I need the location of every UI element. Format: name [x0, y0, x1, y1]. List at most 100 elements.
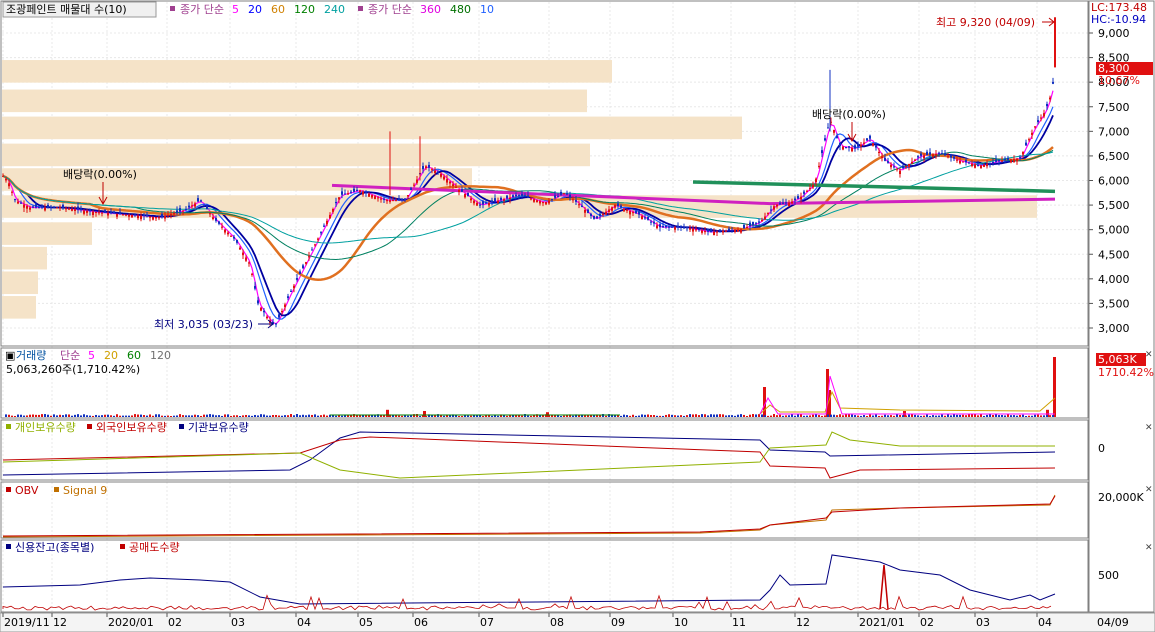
volume-bar [635, 415, 637, 417]
volume-bar [71, 415, 73, 417]
candle-body [539, 201, 541, 204]
volume-bar [764, 415, 766, 417]
candle-body [977, 165, 979, 167]
candle-body [779, 203, 781, 205]
volume-bar [317, 415, 319, 417]
volume-bar [728, 415, 730, 417]
candle-body [476, 202, 478, 206]
volume-bar [566, 415, 568, 417]
candle-body [1034, 126, 1036, 128]
volume-bar [302, 414, 304, 417]
candle-body [455, 186, 457, 188]
x-tick-label: 05 [359, 616, 373, 629]
volume-bar [587, 415, 589, 417]
ma-period: 240 [324, 3, 345, 16]
candle-body [338, 197, 340, 200]
volume-bar [830, 414, 832, 417]
candle-body [1019, 157, 1021, 159]
volume-profile-bar [2, 143, 590, 167]
candle-body [632, 212, 634, 214]
volume-bar [1022, 414, 1024, 417]
candle-body [947, 156, 949, 158]
candle-body [884, 157, 886, 161]
candle-body [794, 198, 796, 201]
stock-chart[interactable]: text{font-family:"DejaVu Sans",sans-seri… [0, 0, 1155, 632]
candle-body [71, 209, 73, 211]
volume-bar [482, 415, 484, 417]
volume-bar [797, 414, 799, 417]
volume-bar [188, 415, 190, 417]
candle-body [485, 202, 487, 204]
candle-body [668, 226, 670, 228]
volume-bar [998, 415, 1000, 417]
candle-body [404, 198, 406, 201]
volume-bar [107, 414, 109, 417]
candle-body [137, 215, 139, 219]
candle-body [914, 159, 916, 162]
volume-bar [272, 415, 274, 417]
candle-body [284, 304, 286, 308]
candle-body [650, 221, 652, 223]
last-change: 10.67% [1098, 74, 1140, 87]
volume-bar [254, 414, 256, 417]
volume-bar [620, 415, 622, 417]
candle-body [758, 221, 760, 223]
volume-bar [821, 415, 823, 417]
legend-marker [87, 424, 92, 429]
volume-bar [722, 414, 724, 417]
candle-body [140, 215, 142, 220]
candle-body [851, 148, 853, 152]
volume-bar [833, 414, 835, 417]
volume-right-pct: 1710.42% [1098, 366, 1154, 379]
candle-body [242, 252, 244, 256]
volume-bar [1043, 415, 1045, 417]
candle-body [767, 213, 769, 215]
ma-period: 60 [271, 3, 285, 16]
volume-bar [92, 415, 94, 417]
volume-bar [50, 415, 52, 417]
volume-bar [299, 415, 301, 417]
volume-bar [980, 414, 982, 417]
volume-bar [761, 414, 763, 417]
x-tick-label: 03 [976, 616, 990, 629]
x-tick-label: 06 [414, 616, 428, 629]
candle-body [629, 210, 631, 215]
volume-bar [650, 415, 652, 417]
volume-bar [1049, 415, 1051, 417]
close-icon-credit[interactable]: ✕ [1145, 543, 1153, 553]
candle-body [833, 129, 835, 133]
y-tick-label: 4,000 [1098, 273, 1130, 286]
volume-bar [200, 415, 202, 417]
volume-bar [605, 415, 607, 417]
volume-bar [239, 415, 241, 417]
candle-body [479, 204, 481, 206]
legend-label: OBV [15, 484, 39, 497]
candle-body [431, 169, 433, 171]
close-icon-obv[interactable]: ✕ [1145, 485, 1153, 495]
candle-body [119, 211, 121, 215]
volume-bar [725, 415, 727, 417]
candle-body [659, 224, 661, 228]
volume-bar [710, 414, 712, 417]
volume-bar [401, 415, 403, 417]
candle-body [869, 135, 871, 139]
x-axis-right-label: 04/09 [1097, 616, 1129, 629]
close-icon-holding[interactable]: ✕ [1145, 423, 1153, 433]
volume-bar [335, 415, 337, 417]
candle-body [734, 230, 736, 232]
candle-body [326, 220, 328, 225]
legend-marker [6, 544, 11, 549]
volume-bar [1046, 415, 1048, 417]
volume-collapse-icon[interactable]: ▣ [5, 349, 15, 362]
y-tick-label: 3,000 [1098, 322, 1130, 335]
candle-body [761, 219, 763, 222]
volume-bar [671, 414, 673, 417]
close-icon-volume[interactable]: ✕ [1145, 350, 1153, 360]
candle-body [653, 221, 655, 224]
volume-bar [983, 415, 985, 417]
candle-body [206, 206, 208, 210]
volume-bar [572, 415, 574, 417]
candle-body [1052, 81, 1054, 84]
volume-bar [1031, 415, 1033, 417]
candle-body [968, 162, 970, 164]
